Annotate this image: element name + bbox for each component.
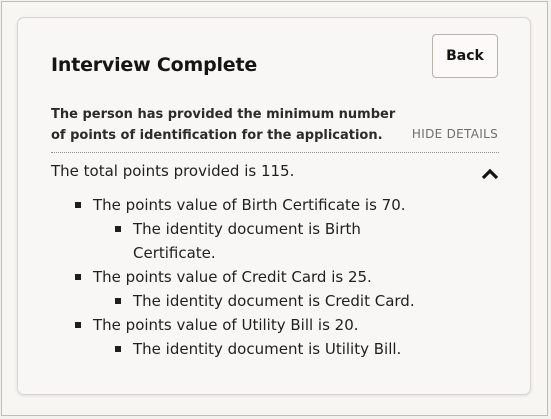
sub-list: The identity document is Credit Card. <box>93 289 433 313</box>
list-item: The points value of Credit Card is 25. T… <box>75 265 433 313</box>
page-title: Interview Complete <box>51 54 258 76</box>
interview-card: Interview Complete Back The person has p… <box>17 17 531 395</box>
summary-text: The person has provided the minimum numb… <box>51 107 396 143</box>
points-item-text: The points value of Birth Certificate is… <box>93 196 406 214</box>
window-frame: Interview Complete Back The person has p… <box>1 1 548 416</box>
total-points-text: The total points provided is 115. <box>51 162 295 180</box>
points-item-text: The points value of Credit Card is 25. <box>93 268 372 286</box>
chevron-up-icon[interactable] <box>480 166 500 180</box>
hide-details-link[interactable]: HIDE DETAILS <box>412 127 498 141</box>
list-item: The points value of Utility Bill is 20. … <box>75 313 433 361</box>
sub-list: The identity document is Utility Bill. <box>93 337 433 361</box>
sub-list: The identity document is Birth Certifica… <box>93 217 393 265</box>
points-list: The points value of Birth Certificate is… <box>73 193 433 361</box>
list-item: The identity document is Credit Card. <box>115 289 433 313</box>
points-item-text: The points value of Utility Bill is 20. <box>93 316 359 334</box>
points-item-detail: The identity document is Utility Bill. <box>133 340 402 358</box>
list-item: The identity document is Birth Certifica… <box>115 217 393 265</box>
points-item-detail: The identity document is Credit Card. <box>133 292 415 310</box>
back-button[interactable]: Back <box>432 34 498 78</box>
divider <box>51 152 499 153</box>
list-item: The points value of Birth Certificate is… <box>75 193 433 265</box>
points-item-detail: The identity document is Birth Certifica… <box>133 220 361 262</box>
list-item: The identity document is Utility Bill. <box>115 337 433 361</box>
